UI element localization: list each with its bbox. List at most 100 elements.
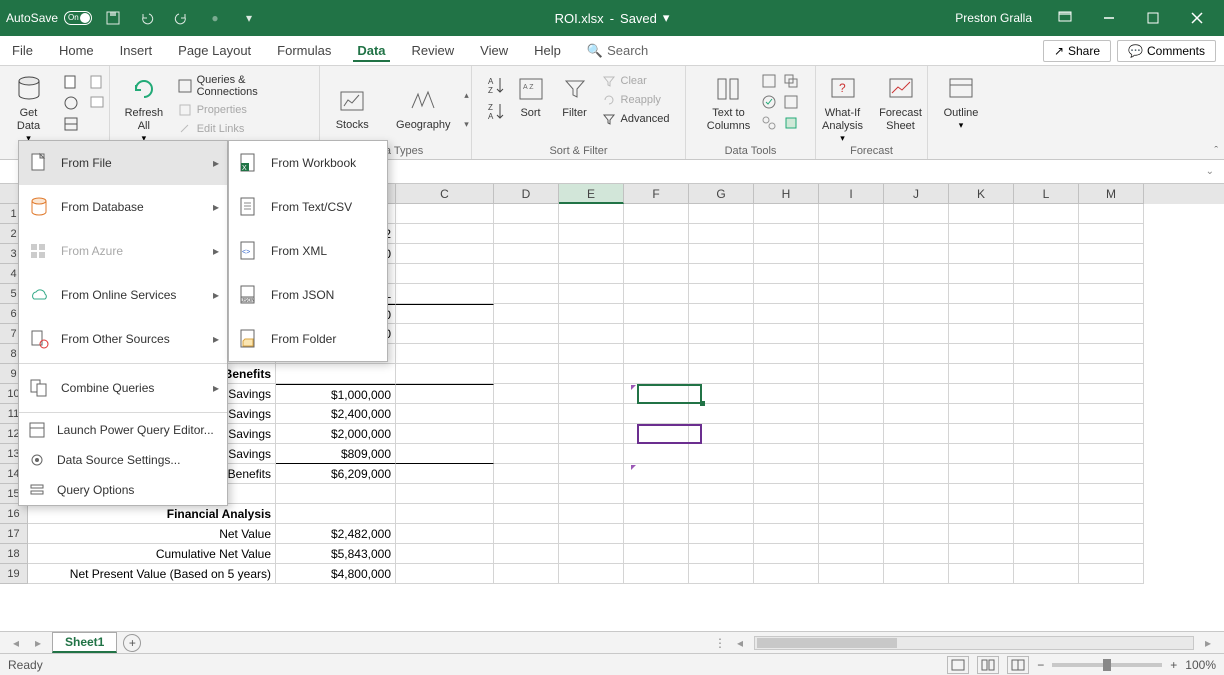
cell[interactable] — [494, 484, 559, 504]
split-handle[interactable]: ⋮ — [714, 636, 726, 650]
cell[interactable] — [689, 324, 754, 344]
undo-icon[interactable] — [134, 5, 160, 31]
save-state-dropdown-icon[interactable]: ▾ — [663, 10, 670, 26]
cell[interactable] — [396, 424, 494, 444]
cell[interactable]: $2,400,000 — [276, 404, 396, 424]
cell[interactable] — [819, 564, 884, 584]
cell[interactable] — [624, 284, 689, 304]
hscroll-left-icon[interactable]: ◂ — [732, 636, 748, 650]
cell[interactable] — [1079, 504, 1144, 524]
cell[interactable] — [559, 344, 624, 364]
cell[interactable] — [396, 284, 494, 304]
row-header[interactable]: 18 — [0, 544, 28, 564]
cell[interactable] — [819, 324, 884, 344]
cell[interactable] — [689, 304, 754, 324]
cell[interactable] — [494, 444, 559, 464]
cell[interactable] — [494, 244, 559, 264]
cell[interactable] — [396, 564, 494, 584]
cell[interactable] — [819, 204, 884, 224]
cell[interactable] — [494, 504, 559, 524]
cell[interactable] — [689, 504, 754, 524]
forecast-sheet-button[interactable]: Forecast Sheet — [875, 69, 927, 133]
cell[interactable] — [689, 204, 754, 224]
cell[interactable] — [949, 524, 1014, 544]
menu-from-textcsv[interactable]: From Text/CSV — [229, 185, 387, 229]
cell[interactable] — [624, 524, 689, 544]
outline-button[interactable]: Outline ▾ — [936, 69, 986, 131]
cell[interactable] — [754, 544, 819, 564]
cell[interactable]: Net Present Value (Based on 5 years) — [28, 564, 276, 584]
cell[interactable] — [819, 444, 884, 464]
cell[interactable] — [819, 464, 884, 484]
cell[interactable] — [1014, 484, 1079, 504]
menu-query-options[interactable]: Query Options — [19, 475, 227, 505]
sort-button[interactable]: A Z Sort — [512, 69, 550, 120]
cell[interactable]: $809,000 — [276, 444, 396, 464]
tab-insert[interactable]: Insert — [116, 39, 157, 62]
cell[interactable] — [884, 324, 949, 344]
cell[interactable] — [1079, 224, 1144, 244]
from-web-icon[interactable] — [61, 94, 81, 112]
cell[interactable] — [559, 324, 624, 344]
cell[interactable] — [559, 384, 624, 404]
cell[interactable] — [494, 204, 559, 224]
cell[interactable] — [559, 364, 624, 384]
cell[interactable] — [754, 324, 819, 344]
cell[interactable] — [819, 544, 884, 564]
cell[interactable] — [494, 544, 559, 564]
cell[interactable] — [949, 564, 1014, 584]
cell[interactable] — [949, 344, 1014, 364]
cell[interactable] — [949, 224, 1014, 244]
cell[interactable] — [396, 344, 494, 364]
row-header[interactable]: 19 — [0, 564, 28, 584]
cell[interactable]: $4,800,000 — [276, 564, 396, 584]
scroll-up-icon[interactable]: ▴ — [464, 90, 469, 101]
cell[interactable] — [754, 384, 819, 404]
cell[interactable] — [624, 424, 689, 444]
cell[interactable] — [754, 524, 819, 544]
sheet-nav-prev-icon[interactable]: ◂ — [8, 636, 24, 650]
cell[interactable] — [754, 304, 819, 324]
cell[interactable]: Cumulative Net Value — [28, 544, 276, 564]
close-icon[interactable] — [1176, 3, 1218, 33]
sheet-nav-next-icon[interactable]: ▸ — [30, 636, 46, 650]
cell[interactable] — [559, 464, 624, 484]
cell[interactable] — [1079, 444, 1144, 464]
cell[interactable] — [884, 384, 949, 404]
cell[interactable] — [494, 564, 559, 584]
cell[interactable] — [396, 204, 494, 224]
cell[interactable] — [559, 284, 624, 304]
maximize-icon[interactable] — [1132, 3, 1174, 33]
cell[interactable] — [1014, 424, 1079, 444]
cell[interactable]: $2,000,000 — [276, 424, 396, 444]
cell[interactable] — [1079, 424, 1144, 444]
add-sheet-button[interactable]: + — [123, 634, 141, 652]
cell[interactable] — [884, 304, 949, 324]
cell[interactable] — [689, 384, 754, 404]
cell[interactable] — [819, 404, 884, 424]
cell[interactable] — [884, 264, 949, 284]
cell[interactable] — [494, 404, 559, 424]
share-button[interactable]: ↗Share — [1043, 40, 1111, 62]
col-header[interactable]: C — [396, 184, 494, 204]
col-header[interactable]: E — [559, 184, 624, 204]
cell[interactable] — [396, 484, 494, 504]
col-header[interactable]: J — [884, 184, 949, 204]
cell[interactable] — [819, 224, 884, 244]
menu-from-other[interactable]: From Other Sources▸ — [19, 317, 227, 361]
menu-pq-editor[interactable]: Launch Power Query Editor... — [19, 415, 227, 445]
cell[interactable] — [276, 504, 396, 524]
search-box[interactable]: 🔍Search — [583, 39, 652, 63]
cell[interactable] — [884, 504, 949, 524]
existing-conn-icon[interactable] — [87, 94, 107, 112]
recent-sources-icon[interactable] — [87, 73, 107, 91]
cell[interactable] — [689, 244, 754, 264]
cell[interactable] — [949, 504, 1014, 524]
cell[interactable] — [689, 444, 754, 464]
cell[interactable] — [396, 524, 494, 544]
cell[interactable] — [1014, 224, 1079, 244]
from-text-icon[interactable] — [61, 73, 81, 91]
sort-az-icon[interactable]: AZ — [486, 75, 506, 95]
cell[interactable] — [559, 404, 624, 424]
cell[interactable] — [559, 564, 624, 584]
